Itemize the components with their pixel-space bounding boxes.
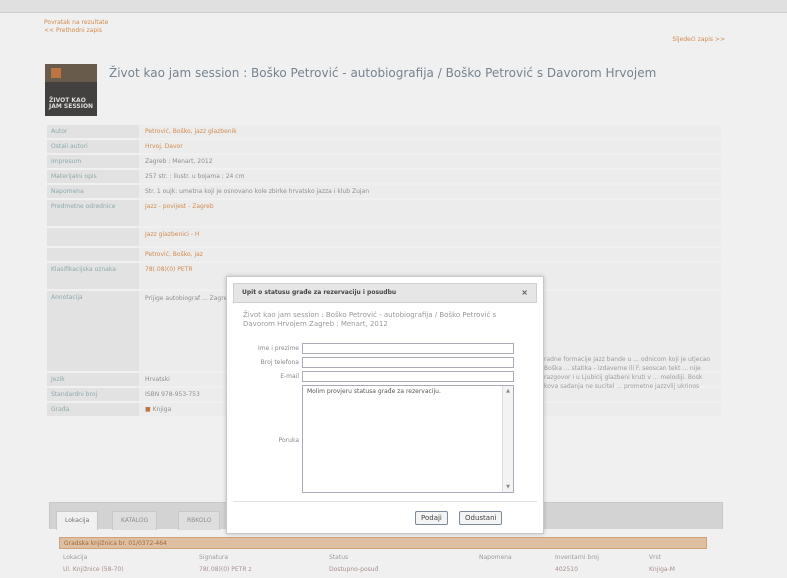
dialog-header: Upit o statusu građe za rezervaciju i po… [233, 283, 537, 303]
message-textarea[interactable]: Molim provjeru statusa građe za rezervac… [302, 385, 514, 493]
dialog-title: Upit o statusu građe za rezervaciju i po… [242, 289, 397, 296]
email-input[interactable] [302, 371, 514, 382]
cancel-button[interactable]: Odustani [459, 511, 503, 525]
name-label: Ime i prezime [258, 345, 299, 352]
message-label: Poruka [278, 437, 299, 444]
phone-input[interactable] [302, 357, 514, 368]
email-label: E-mail [280, 373, 299, 380]
phone-label: Broj telefona [260, 359, 299, 366]
status-inquiry-dialog: Upit o statusu građe za rezervaciju i po… [226, 276, 544, 534]
message-text: Molim provjeru statusa građe za rezervac… [307, 388, 441, 395]
name-input[interactable] [302, 343, 514, 354]
dialog-divider [233, 501, 537, 502]
dialog-description: Život kao jam session : Boško Petrović -… [243, 311, 497, 328]
scroll-up-icon[interactable]: ▲ [504, 387, 512, 395]
scroll-down-icon[interactable]: ▼ [504, 483, 512, 491]
close-icon[interactable]: × [521, 284, 528, 302]
submit-button[interactable]: Podaji [415, 511, 448, 525]
textarea-scrollbar[interactable]: ▲ ▼ [502, 386, 513, 492]
